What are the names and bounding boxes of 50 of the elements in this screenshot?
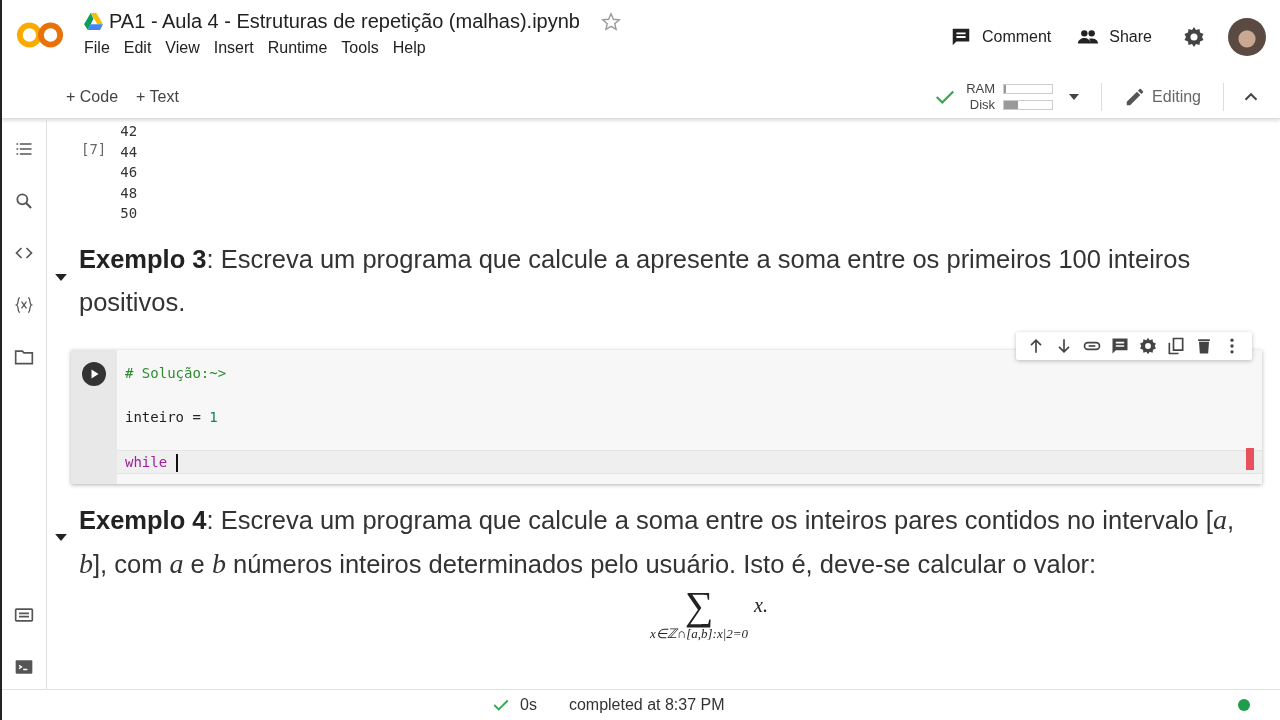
output-line: 44 xyxy=(120,142,138,162)
collapse-caret-icon[interactable] xyxy=(55,273,67,281)
variables-icon[interactable] xyxy=(14,295,34,315)
mirror-cell-icon[interactable] xyxy=(1166,335,1186,356)
text-cell-text: Exemplo 3: Escreva um programa que calcule a apresente a soma entre os primeiros 100 inteiros positivos. xyxy=(79,243,1192,318)
share-button[interactable]: Share xyxy=(1069,22,1160,52)
output-line: 50 xyxy=(120,204,138,223)
menu-item[interactable]: Insert xyxy=(213,39,254,57)
execution-count: [7] xyxy=(81,141,107,159)
run-button[interactable] xyxy=(82,361,106,386)
star-icon[interactable] xyxy=(599,10,622,33)
notebook-title[interactable]: PA1 - Aula 4 - Estruturas de repetição (malhas).ipynb xyxy=(109,10,580,33)
snippets-icon[interactable] xyxy=(14,605,34,625)
resources-button[interactable]: RAM Disk xyxy=(966,80,1054,113)
menu-item[interactable]: View xyxy=(165,39,200,57)
collapse-caret-icon[interactable] xyxy=(55,533,67,541)
duration: 0s xyxy=(520,696,537,714)
error-marker xyxy=(1246,447,1254,470)
connection-dot xyxy=(1238,699,1250,711)
output-line: 48 xyxy=(120,183,138,203)
dropdown-icon[interactable] xyxy=(1069,93,1080,100)
code-line: inteiro = 1 xyxy=(124,407,219,427)
code-cell[interactable]: # Solução:~> inteiro = 1 while xyxy=(71,349,1262,484)
output-line: 46 xyxy=(120,163,138,182)
menu-item[interactable]: File xyxy=(84,39,110,57)
search-icon[interactable] xyxy=(14,191,34,211)
settings-icon[interactable] xyxy=(1138,335,1158,356)
code-line: # Solução:~> xyxy=(124,363,228,383)
add-cell-button[interactable]: + Code xyxy=(60,83,125,110)
settings-icon[interactable] xyxy=(1182,25,1206,49)
menu-item[interactable]: Help xyxy=(392,39,426,57)
folder-icon[interactable] xyxy=(14,347,34,367)
avatar[interactable] xyxy=(1228,18,1266,56)
sum-formula: ∑ x∈ℤ∩[a,b]:x|2=0 x. xyxy=(650,585,768,642)
add-cell-button[interactable]: + Text xyxy=(130,83,185,110)
disk-label: Disk xyxy=(969,96,996,113)
menu-item[interactable]: Runtime xyxy=(267,39,328,57)
editing-button[interactable]: Editing xyxy=(1118,84,1207,109)
ram-meter xyxy=(1003,83,1054,94)
comment-button[interactable]: Comment xyxy=(941,22,1060,52)
status-message: completed at 8:37 PM xyxy=(568,696,725,714)
colab-logo-icon[interactable] xyxy=(16,20,64,50)
output-line: 42 xyxy=(120,122,138,141)
disk-meter xyxy=(1003,99,1054,110)
ram-label: RAM xyxy=(966,80,996,97)
menu-item[interactable]: Tools xyxy=(341,39,379,57)
text-cell-text: Exemplo 4: Escreva um programa que calcule a soma entre os inteiros pares contidos no intervalo [a, b], com a e b números inteiros determinados pelo usuário. Isto é, deve-se calcular o valor: xyxy=(79,502,1235,581)
menu-item[interactable]: Edit xyxy=(123,39,152,57)
drive-icon[interactable] xyxy=(84,13,103,30)
terminal-icon[interactable] xyxy=(14,657,34,677)
